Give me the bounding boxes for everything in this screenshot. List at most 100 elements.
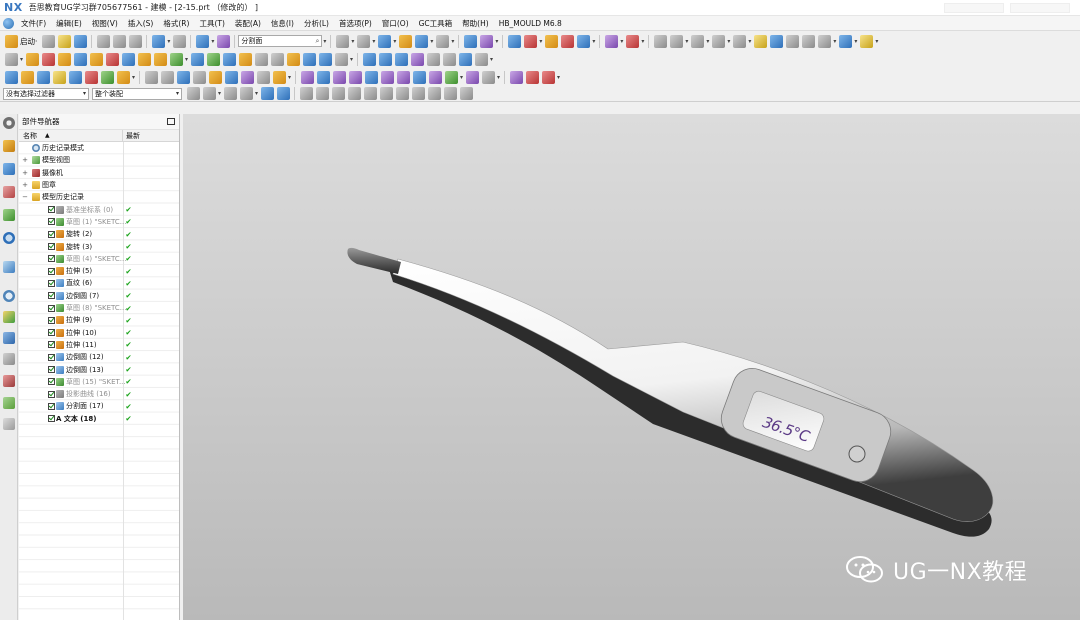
table-row[interactable]: − 模型历史记录: [19, 191, 179, 203]
snap-control-icon[interactable]: [331, 87, 345, 100]
section-edit-dropdown-icon[interactable]: ▾: [496, 74, 501, 81]
roles-icon[interactable]: [3, 353, 15, 365]
hole-icon[interactable]: [57, 52, 71, 66]
menu-hb-mould[interactable]: HB_MOULD M6.8: [494, 19, 567, 28]
table-row[interactable]: + 模型视图: [19, 154, 179, 166]
selection-scope-select[interactable]: 整个装配 ▾: [92, 87, 182, 100]
snap-intersection-icon[interactable]: [347, 87, 361, 100]
expand-icon[interactable]: +: [22, 156, 28, 164]
menu-help[interactable]: 帮助(H): [457, 18, 494, 29]
table-row[interactable]: 拉伸 (11) ✔: [19, 339, 179, 351]
hide-icon[interactable]: [276, 87, 290, 100]
render-dropdown-icon[interactable]: ▾: [371, 38, 376, 45]
curve-edit-dropdown-icon[interactable]: ▾: [287, 74, 292, 81]
visibility-checkbox[interactable]: [48, 316, 55, 324]
section-dropdown-icon[interactable]: ▾: [494, 38, 499, 45]
background-dropdown-icon[interactable]: ▾: [450, 38, 455, 45]
slot-icon[interactable]: [105, 52, 119, 66]
datum-point-icon[interactable]: [52, 70, 66, 84]
table-row[interactable]: 旋转 (2) ✔: [19, 228, 179, 240]
helix-icon[interactable]: [84, 70, 98, 84]
n-sided-icon[interactable]: [426, 52, 440, 66]
column-header-name[interactable]: 名称 ▲: [19, 129, 123, 142]
thicken-icon[interactable]: [334, 52, 348, 66]
extrude-feature-icon[interactable]: [25, 52, 39, 66]
orient-dropdown-icon[interactable]: ▾: [392, 38, 397, 45]
ruled-icon[interactable]: [410, 52, 424, 66]
expand-icon[interactable]: +: [22, 181, 28, 189]
visibility-checkbox[interactable]: [48, 390, 55, 398]
resize-blend-icon[interactable]: [380, 70, 394, 84]
sketch-dropdown-icon[interactable]: ▾: [538, 38, 543, 45]
visibility-checkbox[interactable]: [48, 353, 55, 361]
visibility-checkbox[interactable]: [48, 218, 55, 226]
deviation-icon[interactable]: [525, 70, 539, 84]
menu-gc-toolbox[interactable]: GC工具箱: [414, 18, 458, 29]
history-icon[interactable]: [3, 261, 15, 273]
section-view-icon[interactable]: [479, 34, 493, 48]
menu-preferences[interactable]: 首选项(P): [334, 18, 377, 29]
user-icon[interactable]: [769, 34, 783, 48]
edge-display-icon[interactable]: [414, 34, 428, 48]
select-all-icon[interactable]: [202, 87, 216, 100]
delete-face-icon[interactable]: [364, 70, 378, 84]
unite-icon[interactable]: [137, 52, 151, 66]
menu-analysis[interactable]: 分析(L): [299, 18, 334, 29]
offset-region-icon[interactable]: [332, 70, 346, 84]
point-dropdown-icon[interactable]: ▾: [705, 38, 710, 45]
deselect-icon[interactable]: [223, 87, 237, 100]
sew-icon[interactable]: [458, 52, 472, 66]
extrude-icon[interactable]: [544, 34, 558, 48]
system-materials-icon[interactable]: [3, 311, 15, 323]
visibility-checkbox[interactable]: [48, 206, 55, 214]
snap-point-icon[interactable]: [395, 87, 409, 100]
box-icon[interactable]: [711, 34, 725, 48]
minimize-button[interactable]: [944, 2, 1004, 13]
snap-on-curve-icon[interactable]: [411, 87, 425, 100]
table-row[interactable]: 拉伸 (9) ✔: [19, 314, 179, 326]
group-face-icon[interactable]: [465, 70, 479, 84]
table-row[interactable]: 边倒圆 (12) ✔: [19, 351, 179, 363]
datum-plane-icon[interactable]: [20, 70, 34, 84]
search-dropdown-icon[interactable]: ▾: [322, 38, 327, 45]
pocket-icon[interactable]: [89, 52, 103, 66]
constrain-face-icon[interactable]: [428, 70, 442, 84]
point-set-icon[interactable]: [272, 70, 286, 84]
type-filter-select[interactable]: 没有选择过滤器 ▾: [3, 87, 89, 100]
pull-face-icon[interactable]: [316, 70, 330, 84]
curve-dropdown-icon[interactable]: ▾: [131, 74, 136, 81]
gear-icon[interactable]: [817, 34, 831, 48]
measure-dropdown-icon[interactable]: ▾: [619, 38, 624, 45]
visibility-checkbox[interactable]: [48, 230, 55, 238]
table-row[interactable]: 草图 (8) "SKETC... ✔: [19, 302, 179, 314]
snap-endpoint-icon[interactable]: [299, 87, 313, 100]
display-dropdown-icon[interactable]: ▾: [210, 38, 215, 45]
circle-icon[interactable]: [669, 34, 683, 48]
synchronous-move-icon[interactable]: [300, 70, 314, 84]
table-row[interactable]: 草图 (15) "SKET... ✔: [19, 376, 179, 388]
shell-icon[interactable]: [222, 52, 236, 66]
line-icon[interactable]: [144, 70, 158, 84]
new-sketch-icon[interactable]: [4, 52, 18, 66]
make-coplanar-icon[interactable]: [396, 70, 410, 84]
filter-options-icon[interactable]: [186, 87, 200, 100]
system-scene-icon[interactable]: [3, 375, 15, 387]
move-icon[interactable]: [576, 34, 590, 48]
search-icon[interactable]: ⌕: [315, 37, 319, 46]
make-coaxial-icon[interactable]: [412, 70, 426, 84]
table-row[interactable]: 拉伸 (10) ✔: [19, 327, 179, 339]
snap-view-icon[interactable]: [463, 34, 477, 48]
visibility-checkbox[interactable]: [48, 267, 55, 275]
surface-dropdown-icon[interactable]: ▾: [489, 56, 494, 63]
snap-midpoint-icon[interactable]: [315, 87, 329, 100]
snap-on-face-icon[interactable]: [427, 87, 441, 100]
table-row[interactable]: A 文本 (18) ✔: [19, 413, 179, 425]
start-icon[interactable]: [4, 34, 18, 48]
constraint-navigator-icon[interactable]: [3, 163, 15, 175]
arc-circle-icon[interactable]: [160, 70, 174, 84]
expand-icon[interactable]: +: [22, 169, 28, 177]
replace-face-icon[interactable]: [348, 70, 362, 84]
datum-csys-icon[interactable]: [4, 70, 18, 84]
visibility-checkbox[interactable]: [48, 304, 55, 312]
point-icon[interactable]: [690, 34, 704, 48]
